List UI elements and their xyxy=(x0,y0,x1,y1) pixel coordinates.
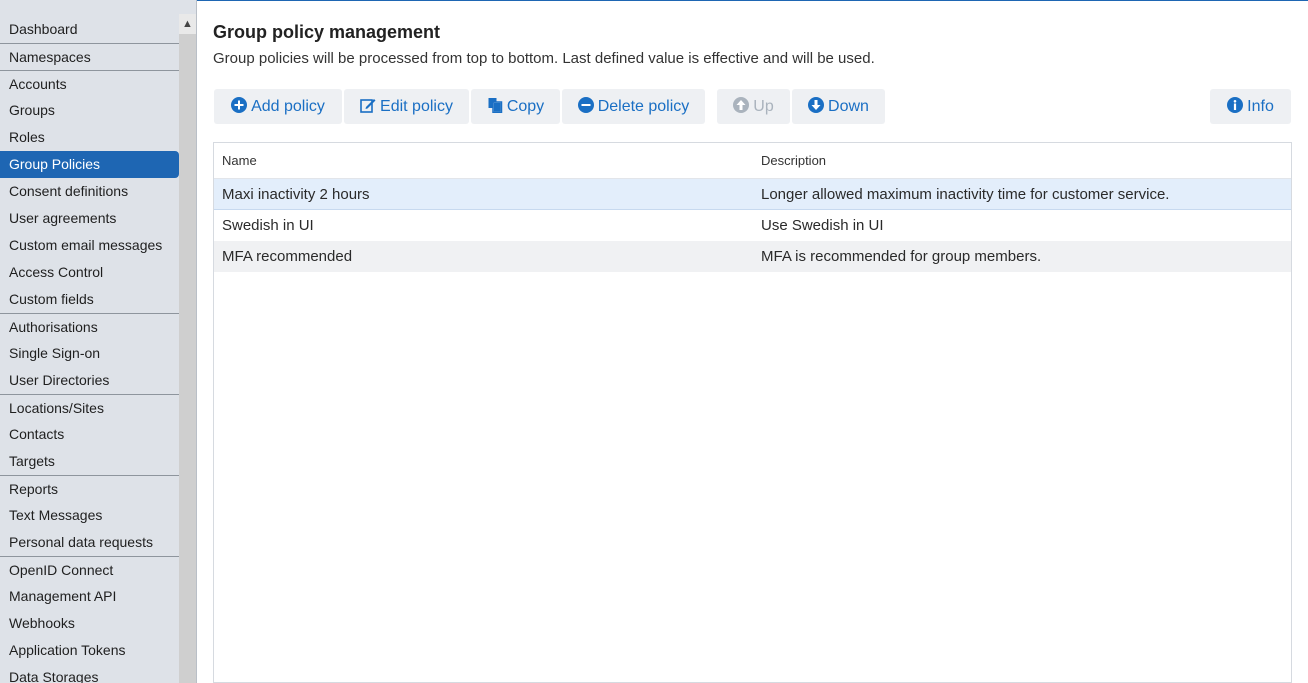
sidebar-item-namespaces[interactable]: Namespaces xyxy=(0,43,179,70)
toolbar: Add policy Edit policy Copy Delete polic… xyxy=(214,89,1292,124)
scroll-up-icon[interactable]: ▲ xyxy=(179,14,196,34)
main-content: Group policy management Group policies w… xyxy=(213,0,1293,683)
sidebar-item-groups[interactable]: Groups xyxy=(0,97,179,124)
sidebar: Dashboard Namespaces Accounts Groups Roles Gr… xyxy=(0,0,197,683)
sidebar-item-targets[interactable]: Targets xyxy=(0,448,179,475)
plus-circle-icon xyxy=(231,97,248,113)
info-label: Info xyxy=(1247,98,1274,115)
up-button[interactable]: Up xyxy=(717,89,790,124)
sidebar-item-accounts[interactable]: Accounts xyxy=(0,70,179,97)
sidebar-item-reports[interactable]: Reports xyxy=(0,475,179,502)
row-name: Maxi inactivity 2 hours xyxy=(222,186,370,203)
table-row[interactable]: Maxi inactivity 2 hours Longer allowed m… xyxy=(214,179,1291,210)
row-name: MFA recommended xyxy=(222,248,353,265)
copy-label: Copy xyxy=(506,98,545,115)
edit-policy-button[interactable]: Edit policy xyxy=(344,89,469,124)
sidebar-item-custom-fields[interactable]: Custom fields xyxy=(0,286,179,313)
down-label: Down xyxy=(828,98,869,115)
column-header-name[interactable]: Name xyxy=(222,143,257,179)
edit-icon xyxy=(360,99,376,113)
sidebar-item-openid-connect[interactable]: OpenID Connect xyxy=(0,556,179,583)
delete-policy-label: Delete policy xyxy=(597,98,690,115)
sidebar-item-text-messages[interactable]: Text Messages xyxy=(0,502,179,529)
edit-policy-label: Edit policy xyxy=(380,98,453,115)
delete-policy-button[interactable]: Delete policy xyxy=(562,89,705,124)
up-label: Up xyxy=(753,98,774,115)
info-icon xyxy=(1227,97,1244,113)
add-policy-button[interactable]: Add policy xyxy=(214,89,342,124)
sidebar-item-authorisations[interactable]: Authorisations xyxy=(0,313,179,340)
arrow-up-circle-icon xyxy=(733,97,750,113)
add-policy-label: Add policy xyxy=(251,98,325,115)
info-button[interactable]: Info xyxy=(1210,89,1291,124)
sidebar-item-data-storages[interactable]: Data Storages xyxy=(0,664,179,683)
sidebar-item-roles[interactable]: Roles xyxy=(0,124,179,151)
page-title: Group policy management xyxy=(213,22,441,42)
sidebar-nav: Dashboard Namespaces Accounts Groups Roles Gr… xyxy=(0,16,179,683)
down-button[interactable]: Down xyxy=(792,89,885,124)
table-row[interactable]: Swedish in UI Use Swedish in UI xyxy=(214,210,1291,241)
row-description: Longer allowed maximum inactivity time f… xyxy=(761,186,1170,203)
sidebar-item-application-tokens[interactable]: Application Tokens xyxy=(0,637,179,664)
sidebar-item-dashboard[interactable]: Dashboard xyxy=(0,16,179,43)
row-name: Swedish in UI xyxy=(222,217,314,234)
arrow-down-circle-icon xyxy=(808,97,825,113)
sidebar-item-access-control[interactable]: Access Control xyxy=(0,259,179,286)
sidebar-item-user-agreements[interactable]: User agreements xyxy=(0,205,179,232)
sidebar-item-consent-definitions[interactable]: Consent definitions xyxy=(0,178,179,205)
table-row[interactable]: MFA recommended MFA is recommended for g… xyxy=(214,241,1291,272)
sidebar-item-contacts[interactable]: Contacts xyxy=(0,421,179,448)
sidebar-item-management-api[interactable]: Management API xyxy=(0,583,179,610)
policy-table: Name Description Maxi inactivity 2 hours… xyxy=(213,142,1292,683)
copy-icon xyxy=(488,98,503,113)
table-header: Name Description xyxy=(214,143,1291,179)
row-description: MFA is recommended for group members. xyxy=(761,248,1042,265)
row-description: Use Swedish in UI xyxy=(761,217,884,234)
minus-circle-icon xyxy=(577,97,594,113)
sidebar-item-webhooks[interactable]: Webhooks xyxy=(0,610,179,637)
sidebar-item-custom-email-messages[interactable]: Custom email messages xyxy=(0,232,179,259)
sidebar-item-user-directories[interactable]: User Directories xyxy=(0,367,179,394)
copy-button[interactable]: Copy xyxy=(471,89,560,124)
sidebar-item-group-policies[interactable]: Group Policies xyxy=(0,151,179,178)
page-subtitle: Group policies will be processed from to… xyxy=(213,50,875,67)
sidebar-scrollbar[interactable] xyxy=(179,14,196,683)
column-header-description[interactable]: Description xyxy=(761,143,826,179)
sidebar-item-locations-sites[interactable]: Locations/Sites xyxy=(0,394,179,421)
sidebar-item-single-sign-on[interactable]: Single Sign-on xyxy=(0,340,179,367)
sidebar-item-personal-data-requests[interactable]: Personal data requests xyxy=(0,529,179,556)
